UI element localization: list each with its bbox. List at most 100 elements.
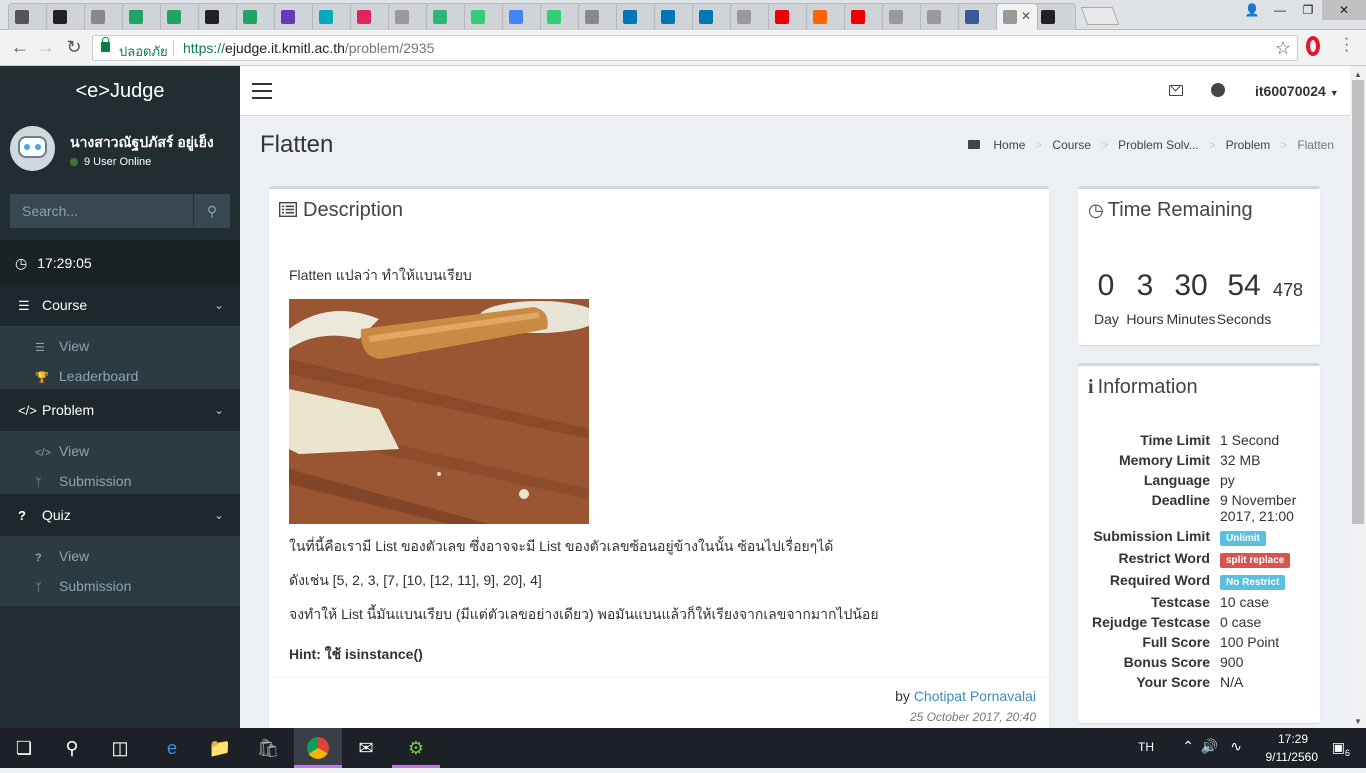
scroll-down-icon[interactable]: ▼ — [1354, 717, 1362, 726]
minimize-button[interactable]: — — [1266, 0, 1294, 20]
info-row: Bonus Score 900 — [1078, 654, 1320, 670]
sidebar-item-problem-view[interactable]: </> View — [0, 436, 240, 466]
breadcrumb-course[interactable]: Course — [1052, 138, 1091, 152]
mail-icon[interactable] — [1169, 85, 1183, 96]
favicon-icon — [433, 10, 447, 24]
breadcrumb-problem-solv[interactable]: Problem Solv... — [1118, 138, 1198, 152]
page-scrollbar[interactable]: ▲ ▼ — [1350, 66, 1366, 728]
browser-tab[interactable] — [730, 3, 772, 30]
wifi-icon[interactable]: ∿ — [1230, 738, 1242, 755]
volume-icon[interactable]: 🔊 — [1201, 738, 1218, 755]
favicon-icon — [129, 10, 143, 24]
browser-tab[interactable] — [806, 3, 848, 30]
sidebar-item-course-leaderboard[interactable]: 🏆 Leaderboard — [0, 361, 240, 391]
chrome-icon[interactable] — [294, 728, 342, 768]
info-key: Bonus Score — [1123, 654, 1210, 670]
browser-tab[interactable] — [616, 3, 658, 30]
close-tab-icon[interactable]: ✕ — [1021, 9, 1031, 23]
sidebar-item-problem-submission[interactable]: ᛉ Submission — [0, 466, 240, 496]
info-row: Submission Limit Unlimit — [1078, 528, 1320, 546]
chevron-up-icon[interactable]: ⌃ — [1182, 738, 1194, 755]
folder-icon — [968, 140, 981, 149]
browser-tab[interactable] — [274, 3, 316, 30]
forward-icon[interactable]: → — [34, 36, 58, 58]
scrollbar-thumb[interactable] — [1352, 80, 1364, 524]
browser-tab[interactable] — [844, 3, 886, 30]
file-explorer-icon[interactable]: 📁 — [196, 728, 244, 768]
browser-tab[interactable] — [920, 3, 962, 30]
browser-tab[interactable] — [768, 3, 810, 30]
browser-tab[interactable] — [198, 3, 240, 30]
browser-menu-icon[interactable]: · · · — [1344, 31, 1349, 59]
browser-tab[interactable] — [160, 3, 202, 30]
sidebar-item-course[interactable]: ☰ Course ⌄ — [0, 284, 240, 326]
sidebar-item-course-view[interactable]: ☰ View — [0, 331, 240, 361]
browser-tab[interactable] — [350, 3, 392, 30]
browser-tab[interactable] — [388, 3, 430, 30]
info-row: Memory Limit 32 MB — [1078, 452, 1320, 468]
window-controls: 👤 — ❐ ✕ — [1238, 0, 1366, 22]
clock-date[interactable]: 9/11/2560 — [1266, 750, 1319, 764]
browser-tab[interactable] — [654, 3, 696, 30]
browser-tab[interactable] — [312, 3, 354, 30]
breadcrumb-home[interactable]: Home — [962, 138, 1025, 152]
browser-tab[interactable] — [464, 3, 506, 30]
input-language[interactable]: TH — [1138, 740, 1154, 754]
browser-tab[interactable] — [958, 3, 1000, 30]
info-value: N/A — [1220, 674, 1244, 690]
globe-icon[interactable] — [1211, 83, 1225, 97]
browser-tab[interactable] — [1034, 3, 1076, 30]
browser-tab[interactable] — [8, 3, 50, 30]
browser-tab[interactable] — [502, 3, 544, 30]
new-tab-button[interactable] — [1080, 7, 1120, 25]
browser-tab[interactable] — [578, 3, 620, 30]
browser-tab[interactable] — [236, 3, 278, 30]
browser-tab[interactable] — [84, 3, 126, 30]
info-row: Deadline 9 November 2017, 21:00 — [1078, 492, 1320, 524]
info-row: Time Limit 1 Second — [1078, 432, 1320, 448]
scroll-up-icon[interactable]: ▲ — [1354, 70, 1362, 79]
sidebar-item-quiz[interactable]: ? Quiz ⌄ — [0, 494, 240, 536]
opera-extension-icon[interactable] — [1306, 36, 1320, 56]
browser-tab[interactable] — [46, 3, 88, 30]
search-icon[interactable]: ⚲ — [193, 194, 230, 228]
reload-icon[interactable]: ↻ — [62, 36, 86, 58]
hamburger-menu-icon[interactable] — [252, 83, 272, 99]
mail-icon[interactable]: ✉ — [342, 728, 390, 768]
breadcrumb-problem[interactable]: Problem — [1226, 138, 1271, 152]
info-value: Unlimit — [1220, 528, 1320, 546]
windows-start-icon[interactable]: ❏ — [0, 728, 48, 768]
back-icon[interactable]: ← — [8, 36, 32, 58]
maximize-button[interactable]: ❐ — [1294, 0, 1322, 20]
browser-tab[interactable] — [882, 3, 924, 30]
sidebar-item-quiz-view[interactable]: ? View — [0, 541, 240, 571]
brand-logo[interactable]: <e>Judge — [0, 66, 240, 116]
browser-tab[interactable] — [426, 3, 468, 30]
browser-tab[interactable] — [122, 3, 164, 30]
profile-icon[interactable]: 👤 — [1238, 0, 1266, 20]
notification-icon[interactable]: ▣6 — [1332, 739, 1350, 758]
browser-tab[interactable] — [540, 3, 582, 30]
author-link[interactable]: Chotipat Pornavalai — [914, 688, 1036, 704]
url-input[interactable]: ปลอดภัย https://ejudge.it.kmitl.ac.th/pr… — [92, 35, 1298, 61]
sidebar-section-problem: </> Problem ⌄ </> View ᛉ Submission — [0, 389, 240, 501]
task-view-icon[interactable]: ◫ — [96, 728, 144, 768]
user-name: นางสาวณัฐปภัสร์ อยู่เย็ง — [70, 134, 214, 150]
sidebar-item-problem[interactable]: </> Problem ⌄ — [0, 389, 240, 431]
search-icon[interactable]: ⚲ — [48, 728, 96, 768]
search-input[interactable] — [10, 194, 193, 228]
browser-tab-active[interactable]: ✕ — [996, 3, 1038, 30]
edge-icon[interactable]: e — [148, 728, 196, 768]
account-menu[interactable]: it60070024 ▼ — [1255, 83, 1339, 99]
app-icon[interactable]: ⚙ — [392, 728, 440, 768]
close-window-button[interactable]: ✕ — [1322, 0, 1366, 20]
info-key: Required Word — [1109, 572, 1210, 588]
browser-tab[interactable] — [692, 3, 734, 30]
clock-time[interactable]: 17:29 — [1278, 732, 1308, 746]
info-row: Testcase 10 case — [1078, 594, 1320, 610]
description-hint: Hint: ใช้ isinstance() — [289, 646, 423, 662]
sidebar-section-quiz: ? Quiz ⌄ ? View ᛉ Submission — [0, 494, 240, 606]
sidebar-item-quiz-submission[interactable]: ᛉ Submission — [0, 571, 240, 601]
store-icon[interactable]: 🛍 — [244, 728, 292, 768]
bookmark-star-icon[interactable]: ☆ — [1275, 38, 1291, 59]
